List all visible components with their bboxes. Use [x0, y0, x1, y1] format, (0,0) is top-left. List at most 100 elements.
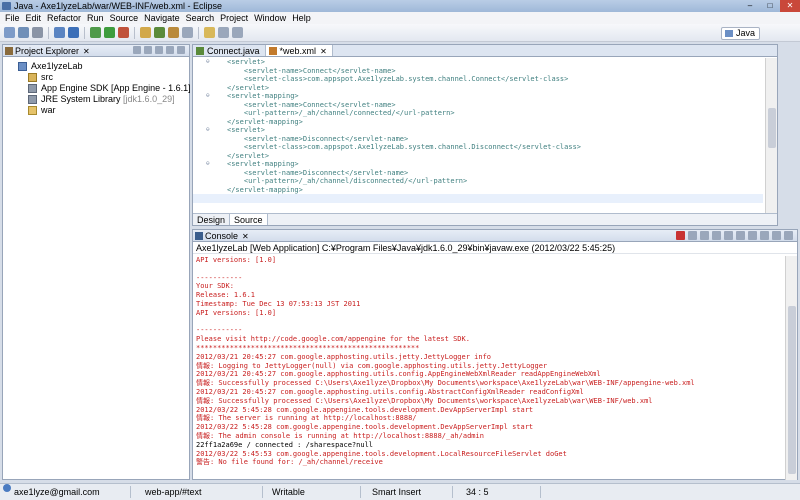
deploy-icon[interactable]: [68, 27, 79, 38]
code-line[interactable]: ⊖ <servlet>: [193, 126, 763, 135]
save-icon[interactable]: [18, 27, 29, 38]
remove-launch-icon[interactable]: [688, 231, 697, 240]
status-bar: axe1lyze@gmail.com web-app/#text Writabl…: [0, 483, 800, 500]
code-line[interactable]: </servlet>: [193, 84, 763, 93]
user-icon: [3, 484, 11, 492]
code-line[interactable]: ⊖ <servlet>: [193, 58, 763, 67]
tree-item-jre[interactable]: JRE System Library [jdk1.6.0_29]: [3, 94, 189, 105]
scroll-lock-icon[interactable]: [724, 231, 733, 240]
back-icon[interactable]: [218, 27, 229, 38]
console-scrollbar[interactable]: [785, 256, 797, 480]
view-menu-icon[interactable]: [155, 46, 163, 54]
run-icon[interactable]: [104, 27, 115, 38]
display-console-icon[interactable]: [748, 231, 757, 240]
code-line[interactable]: <servlet-name>Connect</servlet-name>: [193, 67, 763, 76]
fold-toggle-icon[interactable]: ⊖: [206, 92, 210, 101]
collapse-all-icon[interactable]: [133, 46, 141, 54]
terminate-icon[interactable]: [676, 231, 685, 240]
status-user[interactable]: axe1lyze@gmail.com: [14, 484, 100, 500]
project-explorer: Project Explorer ✕ Axe1lyzeLab src App En…: [2, 44, 191, 480]
console-output[interactable]: API versions: [1.0] ----------- Your SDK: R…: [193, 256, 785, 480]
fold-toggle-icon[interactable]: ⊖: [206, 160, 210, 169]
status-separator: [262, 486, 263, 498]
minimize-icon[interactable]: [772, 231, 781, 240]
tab-design[interactable]: Design: [193, 214, 231, 225]
tree-item-appengine-sdk[interactable]: App Engine SDK [App Engine - 1.6.1]: [3, 83, 191, 94]
forward-icon[interactable]: [232, 27, 243, 38]
menu-help[interactable]: Help: [290, 12, 315, 24]
close-icon[interactable]: ✕: [83, 47, 90, 56]
menu-run[interactable]: Run: [85, 12, 108, 24]
code-line[interactable]: </servlet-mapping>: [193, 118, 763, 127]
code-line[interactable]: </servlet>: [193, 152, 763, 161]
menu-file[interactable]: File: [3, 12, 24, 24]
library-icon: [28, 95, 37, 104]
code-line[interactable]: ⊖ <servlet-mapping>: [193, 160, 763, 169]
console-stderr-line: [196, 265, 785, 274]
code-line[interactable]: <url-pattern>/_ah/channel/connected/</ur…: [193, 109, 763, 118]
scroll-thumb[interactable]: [788, 306, 796, 474]
new-package-icon[interactable]: [140, 27, 151, 38]
console-stderr-line: ****************************************…: [196, 343, 420, 352]
code-line[interactable]: <servlet-name>Connect</servlet-name>: [193, 101, 763, 110]
tree-item-war[interactable]: war: [3, 105, 189, 116]
toolbar-separator: [134, 26, 135, 39]
menu-project[interactable]: Project: [218, 12, 252, 24]
console-tab[interactable]: Console ✕: [193, 230, 797, 242]
code-text[interactable]: ⊖ <servlet> <servlet-name>Connect</servle…: [193, 58, 763, 214]
editor-scrollbar[interactable]: [765, 58, 777, 214]
code-line[interactable]: </servlet-mapping>: [193, 186, 763, 195]
menu-navigate[interactable]: Navigate: [142, 12, 184, 24]
scroll-thumb[interactable]: [768, 108, 776, 148]
print-icon[interactable]: [32, 27, 43, 38]
status-insert-mode: Smart Insert: [372, 487, 422, 497]
console-title: Console: [205, 231, 239, 241]
maximize-button[interactable]: □: [760, 0, 780, 12]
current-line[interactable]: [193, 194, 763, 203]
code-line[interactable]: <servlet-class>com.appspot.Axe1lyzeLab.s…: [193, 75, 763, 84]
menu-window[interactable]: Window: [252, 12, 290, 24]
status-writable: Writable: [272, 487, 305, 497]
external-tools-icon[interactable]: [118, 27, 129, 38]
close-window-button[interactable]: ✕: [780, 0, 800, 12]
google-icon[interactable]: [54, 27, 65, 38]
minimize-button[interactable]: –: [740, 0, 760, 12]
close-icon[interactable]: ✕: [242, 232, 249, 241]
menu-search[interactable]: Search: [184, 12, 219, 24]
fold-toggle-icon[interactable]: ⊖: [206, 58, 210, 67]
project-explorer-tab[interactable]: Project Explorer ✕: [3, 45, 189, 57]
remove-all-icon[interactable]: [700, 231, 709, 240]
menu-refactor[interactable]: Refactor: [45, 12, 85, 24]
code-line[interactable]: <servlet-name>Disconnect</servlet-name>: [193, 169, 763, 178]
tree-item-project[interactable]: Axe1lyzeLab: [3, 61, 189, 72]
tab-connect-java[interactable]: Connect.java: [193, 45, 266, 56]
menu-source[interactable]: Source: [108, 12, 143, 24]
maximize-icon[interactable]: [784, 231, 793, 240]
console-view: Console ✕ Axe1lyzeLab [Web Application] C…: [192, 229, 798, 480]
search-icon[interactable]: [182, 27, 193, 38]
new-class-icon[interactable]: [154, 27, 165, 38]
annotation-icon[interactable]: [204, 27, 215, 38]
toolbar-separator: [48, 26, 49, 39]
code-line[interactable]: <url-pattern>/_ah/channel/disconnected/<…: [193, 177, 763, 186]
new-icon[interactable]: [4, 27, 15, 38]
link-editor-icon[interactable]: [144, 46, 152, 54]
open-console-icon[interactable]: [760, 231, 769, 240]
console-stderr-line: 情報: The server is running at http://loca…: [196, 414, 417, 423]
close-icon[interactable]: ✕: [320, 47, 327, 56]
code-line[interactable]: <servlet-class>com.appspot.Axe1lyzeLab.s…: [193, 143, 763, 152]
tab-web-xml[interactable]: *web.xml ✕: [265, 45, 333, 56]
debug-icon[interactable]: [90, 27, 101, 38]
maximize-icon[interactable]: [177, 46, 185, 54]
fold-toggle-icon[interactable]: ⊖: [206, 126, 210, 135]
pin-console-icon[interactable]: [736, 231, 745, 240]
minimize-icon[interactable]: [166, 46, 174, 54]
java-perspective-button[interactable]: Java: [720, 27, 760, 40]
open-type-icon[interactable]: [168, 27, 179, 38]
code-line[interactable]: <servlet-name>Disconnect</servlet-name>: [193, 135, 763, 144]
menu-edit[interactable]: Edit: [24, 12, 46, 24]
clear-console-icon[interactable]: [712, 231, 721, 240]
tree-item-src[interactable]: src: [3, 72, 189, 83]
tab-source[interactable]: Source: [230, 214, 268, 225]
code-line[interactable]: ⊖ <servlet-mapping>: [193, 92, 763, 101]
